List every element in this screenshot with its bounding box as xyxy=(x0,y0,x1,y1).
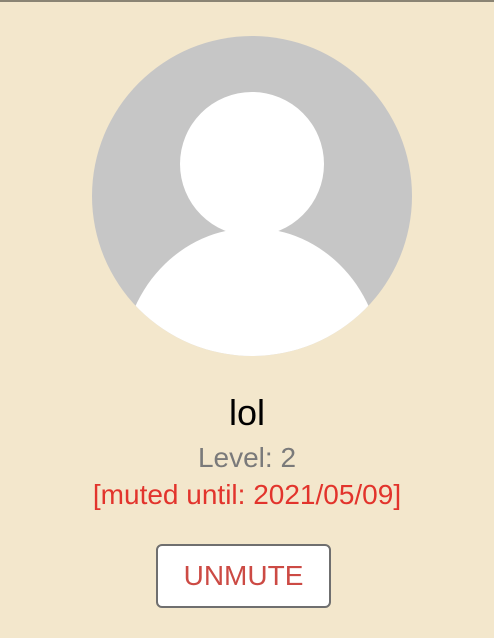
user-profile-card: lol Level: 2 [muted until: 2021/05/09] U… xyxy=(0,2,494,638)
avatar xyxy=(92,36,412,356)
avatar-head xyxy=(180,92,324,236)
user-level: Level: 2 xyxy=(197,442,297,473)
mute-status: [muted until: 2021/05/09] xyxy=(92,479,402,510)
unmute-button[interactable]: UNMUTE xyxy=(156,544,331,608)
username: lol xyxy=(228,392,266,433)
default-user-silhouette-icon xyxy=(92,36,412,356)
